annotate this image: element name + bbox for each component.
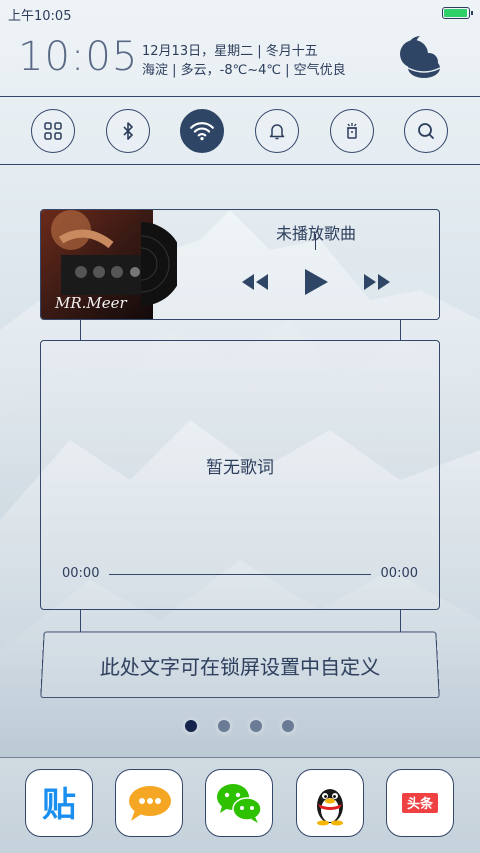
toggle-bluetooth[interactable] [106, 109, 150, 153]
weather-line: 海淀 | 多云，-8℃~4℃ | 空气优良 [142, 59, 346, 78]
custom-text-box: 此处文字可在锁屏设置中自定义 [40, 631, 439, 698]
qq-app[interactable] [296, 769, 364, 837]
custom-text: 此处文字可在锁屏设置中自定义 [42, 651, 438, 680]
tieba-label: 贴 [42, 785, 76, 825]
wifi-icon [189, 118, 215, 144]
page-dot-2[interactable] [215, 717, 233, 735]
previous-icon[interactable] [241, 270, 269, 294]
tieba-icon: 贴 [33, 777, 85, 829]
page-dot-4[interactable] [279, 717, 297, 735]
status-bar-time: 上午10:05 [8, 5, 71, 24]
apps-grid-icon [43, 121, 63, 141]
toutiao-label: 头条 [407, 796, 434, 812]
play-icon[interactable] [303, 268, 329, 296]
date-line: 12月13日，星期二 | 冬月十五 [142, 40, 318, 59]
lockscreen-clock: 10:05 [18, 34, 138, 80]
total-time: 00:00 [381, 566, 418, 581]
toggle-notifications[interactable] [255, 109, 299, 153]
battery-level [444, 9, 467, 17]
lyrics-panel: 暂无歌词 00:00 00:00 [40, 340, 440, 610]
music-player-card: MR.Meer 未播放歌曲 [40, 209, 440, 320]
next-icon[interactable] [363, 270, 391, 294]
progress-bar[interactable] [109, 574, 371, 575]
song-title: 未播放歌曲 [191, 220, 441, 244]
vinyl-record-icon [141, 222, 177, 306]
bell-icon [267, 121, 287, 141]
bluetooth-icon [118, 121, 138, 141]
tieba-app[interactable]: 贴 [25, 769, 93, 837]
elapsed-time: 00:00 [62, 566, 99, 581]
flashlight-icon [342, 121, 362, 141]
qq-penguin-icon [304, 777, 356, 829]
header-divider [0, 96, 480, 97]
search-icon [416, 121, 436, 141]
cloudy-night-icon [396, 32, 444, 80]
page-dot-3[interactable] [247, 717, 265, 735]
toutiao-app[interactable]: 头条 [386, 769, 454, 837]
toutiao-icon: 头条 [394, 777, 446, 829]
chat-bubble-icon [123, 777, 175, 829]
message-app[interactable] [115, 769, 183, 837]
lyrics-placeholder: 暂无歌词 [41, 453, 439, 478]
text-cursor [315, 234, 316, 250]
connector-line [80, 320, 81, 340]
battery-icon [442, 7, 470, 19]
wechat-icon [213, 777, 265, 829]
connector-line [400, 610, 401, 632]
page-dot-1[interactable] [182, 717, 200, 735]
album-art-caption: MR.Meer [54, 294, 128, 312]
connector-line [400, 320, 401, 340]
toggle-search[interactable] [404, 109, 448, 153]
wechat-app[interactable] [205, 769, 273, 837]
toggle-wifi[interactable] [180, 109, 224, 153]
dj-album-cover: MR.Meer [41, 210, 153, 319]
album-art[interactable]: MR.Meer [41, 210, 153, 319]
toggle-flashlight[interactable] [330, 109, 374, 153]
toggles-divider [0, 164, 480, 165]
toggle-apps[interactable] [31, 109, 75, 153]
connector-line [80, 610, 81, 632]
